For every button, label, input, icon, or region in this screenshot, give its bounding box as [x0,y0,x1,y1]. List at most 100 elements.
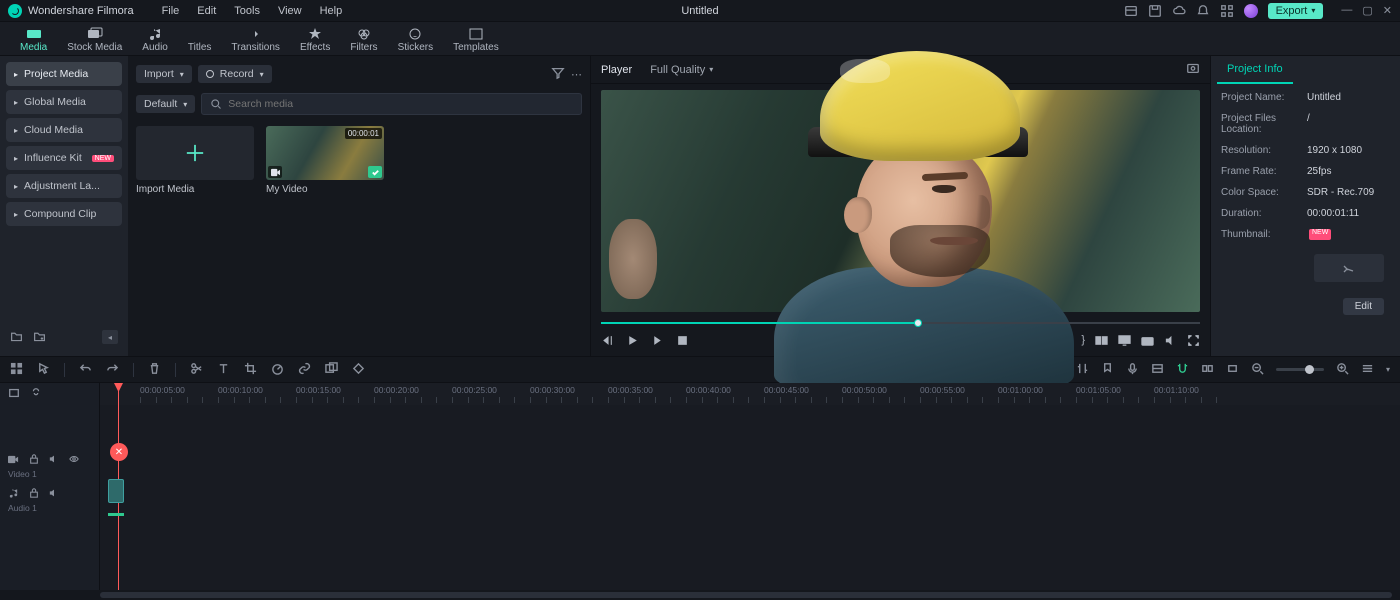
group-icon[interactable] [325,362,338,378]
menu-view[interactable]: View [278,5,302,17]
timeline-scrollbar[interactable] [0,590,1400,600]
tracks-area[interactable]: ✕ [100,405,1400,590]
tab-templates[interactable]: Templates [443,25,509,55]
view-single-icon[interactable] [1226,362,1239,378]
voiceover-icon[interactable] [1126,362,1139,378]
player-tab[interactable]: Player [601,64,632,76]
folder-add-icon[interactable] [33,330,46,346]
video-track-head[interactable]: Video 1 [0,449,99,483]
cloud-icon[interactable] [1172,4,1186,18]
marker-icon[interactable] [1101,362,1114,378]
scrub-head[interactable] [914,319,922,327]
record-dropdown[interactable]: Record▾ [198,65,272,83]
volume-icon[interactable] [1164,334,1177,350]
tab-effects[interactable]: Effects [290,25,340,55]
zoom-out-icon[interactable] [1251,362,1264,378]
mute-icon[interactable] [49,488,59,501]
quality-selector[interactable]: Full Quality▾ [650,64,713,76]
tab-audio[interactable]: Audio [132,25,178,55]
menu-help[interactable]: Help [320,5,343,17]
menu-file[interactable]: File [162,5,180,17]
view-fit-icon[interactable] [1201,362,1214,378]
stop-button[interactable] [676,334,689,350]
link-track-icon[interactable] [30,387,42,402]
tab-filters[interactable]: Filters [340,25,387,55]
window-close-icon[interactable]: ✕ [1383,4,1392,17]
thumbnail-preview[interactable] [1314,254,1384,282]
export-button[interactable]: Export▾ [1268,3,1324,19]
delete-icon[interactable] [148,362,161,378]
chevron-down-icon[interactable]: ▾ [1386,365,1390,374]
mark-out-button[interactable]: } [1081,334,1085,350]
folder-icon[interactable] [10,330,23,346]
tab-stickers[interactable]: Stickers [388,25,444,55]
play-pause-button[interactable] [626,334,639,350]
adjust-icon[interactable] [1151,362,1164,378]
keyframe-icon[interactable] [352,362,365,378]
split-icon[interactable] [190,362,203,378]
next-frame-button[interactable] [651,334,664,350]
menu-edit[interactable]: Edit [197,5,216,17]
edit-button[interactable]: Edit [1343,298,1384,315]
tab-stock-media[interactable]: Stock Media [57,25,132,55]
sort-dropdown[interactable]: Default▾ [136,95,195,113]
save-icon[interactable] [1148,4,1162,18]
window-maximize-icon[interactable]: ▢ [1362,4,1372,17]
mixer-icon[interactable] [1076,362,1089,378]
video-clip[interactable] [108,479,124,503]
lock-icon[interactable] [29,454,39,467]
crop-icon[interactable] [244,362,257,378]
tab-titles[interactable]: Titles [178,25,222,55]
gap-marker[interactable]: ✕ [110,443,128,461]
zoom-slider[interactable] [1276,368,1324,371]
speed-icon[interactable] [271,362,284,378]
sidebar-item-compound-clip[interactable]: ▸Compound Clip [6,202,122,226]
more-icon[interactable]: ⋯ [571,68,582,81]
visible-icon[interactable] [69,454,79,467]
select-tool-icon[interactable] [10,362,23,378]
scrub-bar[interactable] [601,318,1200,328]
collapse-sidebar-button[interactable]: ◂ [102,330,118,344]
audio-clip[interactable] [108,513,124,516]
camera-icon[interactable] [1141,334,1154,350]
sidebar-item-project-media[interactable]: ▸Project Media [6,62,122,86]
avatar[interactable] [1244,4,1258,18]
sidebar-item-influence-kit[interactable]: ▸Influence KitNEW [6,146,122,170]
window-minimize-icon[interactable]: — [1341,4,1352,17]
search-input[interactable] [201,93,582,115]
filter-icon[interactable] [551,66,565,83]
audio-track-head[interactable]: Audio 1 [0,483,99,517]
link-icon[interactable] [298,362,311,378]
sidebar-item-cloud-media[interactable]: ▸Cloud Media [6,118,122,142]
fullscreen-icon[interactable] [1187,334,1200,350]
notify-icon[interactable] [1196,4,1210,18]
import-dropdown[interactable]: Import▾ [136,65,192,83]
sidebar-item-adjustment-layer[interactable]: ▸Adjustment La... [6,174,122,198]
import-media-card[interactable]: Import Media [136,126,254,195]
snap-icon[interactable] [1176,362,1189,378]
prev-frame-button[interactable] [601,334,614,350]
media-card[interactable]: 00:00:01 My Video [266,126,384,195]
project-info-tab[interactable]: Project Info [1217,56,1293,84]
mute-icon[interactable] [49,454,59,467]
track-add-icon[interactable] [8,387,20,402]
tab-transitions[interactable]: Transitions [221,25,290,55]
timeline-view-icon[interactable] [1361,362,1374,378]
text-icon[interactable] [217,362,230,378]
tab-media[interactable]: Media [10,25,57,55]
menu-tools[interactable]: Tools [234,5,260,17]
timeline-ruler[interactable]: 00:00:05:0000:00:10:0000:00:15:0000:00:2… [100,383,1400,405]
lock-icon[interactable] [29,488,39,501]
snapshot-icon[interactable] [1186,61,1200,78]
sidebar-item-global-media[interactable]: ▸Global Media [6,90,122,114]
apps-icon[interactable] [1220,4,1234,18]
cursor-tool-icon[interactable] [37,362,50,378]
video-preview[interactable] [601,90,1200,312]
redo-icon[interactable] [106,362,119,378]
layout-icon[interactable] [1124,4,1138,18]
undo-icon[interactable] [79,362,92,378]
display-icon[interactable] [1118,334,1131,350]
compare-icon[interactable] [1095,334,1108,350]
zoom-in-icon[interactable] [1336,362,1349,378]
pi-framerate: 25fps [1307,166,1331,177]
